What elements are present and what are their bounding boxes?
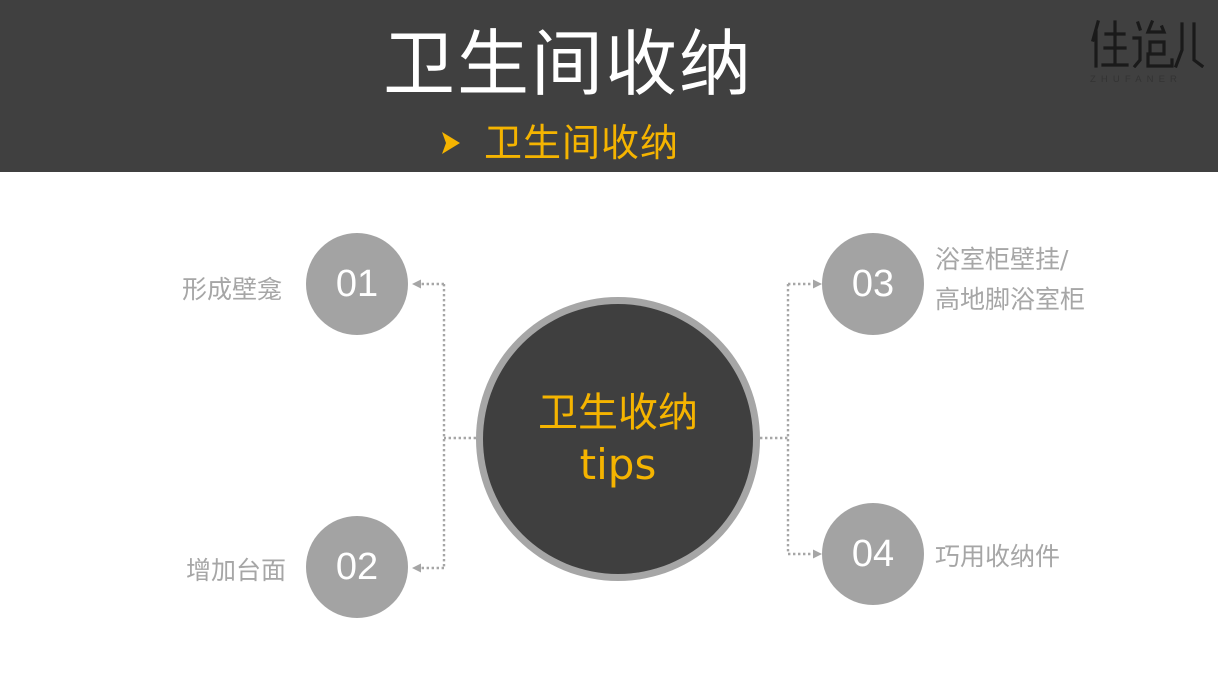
- label-03-line1: 浴室柜壁挂/: [935, 245, 1069, 274]
- node-02: 02: [306, 516, 408, 618]
- center-hub-inner: 卫生收纳 tips: [483, 304, 753, 574]
- label-01: 形成壁龛: [182, 275, 283, 304]
- center-title: 卫生收纳: [538, 390, 698, 436]
- label-04: 巧用收纳件: [935, 542, 1061, 571]
- label-03-line2: 高地脚浴室柜: [935, 285, 1086, 314]
- node-03: 03: [822, 233, 924, 335]
- label-02: 增加台面: [186, 556, 287, 585]
- center-hub: 卫生收纳 tips: [476, 297, 760, 581]
- center-subtitle: tips: [579, 440, 657, 489]
- node-04: 04: [822, 503, 924, 605]
- node-01: 01: [306, 233, 408, 335]
